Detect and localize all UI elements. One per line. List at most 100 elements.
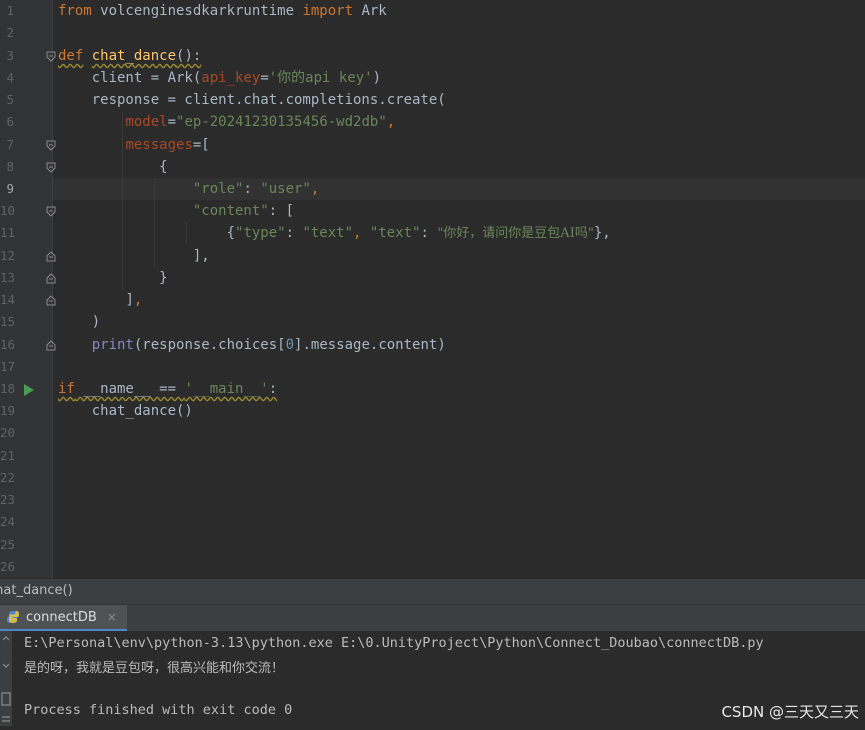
function-name-token: chat_dance <box>91 48 177 64</box>
code-token: { <box>226 225 236 241</box>
code-token: __name__ == <box>74 381 185 397</box>
run-arrow-icon[interactable] <box>23 382 35 396</box>
code-token: chat_dance() <box>91 403 193 419</box>
keyword-token: from <box>58 3 92 19</box>
watermark: CSDN @三天又三天 <box>721 703 859 721</box>
run-tab-connectdb[interactable]: connectDB × <box>0 605 127 632</box>
line-number: 19 <box>0 403 16 418</box>
code-token: : [ <box>268 203 295 219</box>
code-line: if __name__ == '__main__': <box>58 378 277 400</box>
code-line: def chat_dance(): <box>58 45 201 67</box>
builtin-token: print <box>91 337 134 353</box>
line-number: 3 <box>6 48 14 63</box>
string-token: "text" <box>302 225 354 241</box>
line-number: 25 <box>0 537 16 552</box>
punctuation-token: (): <box>176 48 202 64</box>
line-number: 24 <box>0 514 16 529</box>
code-token: : <box>420 225 438 241</box>
module-token: volcenginesdkarkruntime <box>91 3 303 19</box>
code-token: }, <box>593 225 611 241</box>
line-number: 15 <box>0 314 16 329</box>
code-line: ], <box>58 245 210 267</box>
code-token: : <box>285 225 303 241</box>
line-number: 10 <box>0 203 16 218</box>
line-number: 18 <box>0 381 16 396</box>
code-editor[interactable]: 1 2 3 4 5 6 7 8 9 10 11 12 13 14 15 16 1… <box>0 0 865 578</box>
line-number: 17 <box>0 359 16 374</box>
close-tab-icon[interactable]: × <box>107 610 117 624</box>
string-token: '__main__' <box>184 381 269 397</box>
comma-token: , <box>353 225 370 241</box>
string-token: "user" <box>260 181 311 197</box>
code-token: (response.choices[ <box>133 337 286 353</box>
code-token: = <box>167 114 177 130</box>
python-icon <box>7 611 19 623</box>
code-token: ], <box>192 248 210 264</box>
code-line: { <box>58 156 168 178</box>
line-number: 22 <box>0 470 16 485</box>
code-line: ) <box>58 311 100 333</box>
line-number: 12 <box>0 248 16 263</box>
line-number: 13 <box>0 270 16 285</box>
line-number: 11 <box>0 225 16 240</box>
param-token: api_key <box>201 70 261 86</box>
code-token: { <box>159 159 168 175</box>
number-token: 0 <box>285 337 295 353</box>
code-token: } <box>159 270 168 286</box>
string-token: "content" <box>192 203 269 219</box>
string-token: "role" <box>192 181 244 197</box>
line-number: 21 <box>0 448 16 463</box>
line-number: 6 <box>6 114 14 129</box>
line-number: 1 <box>6 3 14 18</box>
run-tab-label: connectDB <box>26 609 97 625</box>
code-token: client = Ark( <box>58 70 202 86</box>
code-token: : <box>268 381 278 397</box>
console-toolbar-icons <box>1 636 11 722</box>
line-number: 20 <box>0 425 16 440</box>
line-number: 2 <box>6 25 14 40</box>
breadcrumb[interactable]: chat_dance() <box>0 578 865 605</box>
comma-token: , <box>386 114 396 130</box>
comma-token: , <box>133 292 143 308</box>
code-line: response = client.chat.completions.creat… <box>58 92 446 108</box>
string-token: "你好，请问你是豆包AI吗" <box>437 226 594 241</box>
keyword-token: def <box>58 48 84 64</box>
code-line: "content": [ <box>58 200 294 222</box>
line-number: 14 <box>0 292 16 307</box>
run-tool-window-tabs: connectDB × <box>0 604 865 632</box>
line-number: 8 <box>6 159 14 174</box>
code-token: ].message.content) <box>294 337 446 353</box>
string-token: '你的api key' <box>268 70 373 86</box>
line-number: 5 <box>6 92 14 107</box>
run-console[interactable]: E:\Personal\env\python-3.13\python.exe E… <box>0 631 865 726</box>
code-line: model="ep-20241230135456-wd2db", <box>58 111 395 133</box>
line-number: 16 <box>0 337 16 352</box>
string-token: "type" <box>235 225 286 241</box>
fold-open-icon[interactable] <box>46 140 56 151</box>
fold-close-icon[interactable] <box>46 251 56 262</box>
fold-open-icon[interactable] <box>46 162 56 173</box>
keyword-token: import <box>302 3 354 19</box>
line-number-gutter: 1 2 3 4 5 6 7 8 9 10 11 12 13 14 15 16 1… <box>0 0 77 578</box>
string-token: "ep-20241230135456-wd2db" <box>176 114 387 130</box>
code-token: ] <box>125 292 134 308</box>
code-line: from volcenginesdkarkruntime import Ark <box>58 0 387 22</box>
line-number: 9 <box>6 181 14 196</box>
fold-close-icon[interactable] <box>46 295 56 306</box>
line-number: 23 <box>0 492 16 507</box>
class-token: Ark <box>353 3 387 19</box>
breadcrumb-item[interactable]: chat_dance() <box>0 583 73 598</box>
fold-close-icon[interactable] <box>46 273 56 284</box>
fold-open-icon[interactable] <box>46 206 56 217</box>
line-number: 4 <box>6 70 14 85</box>
fold-open-icon[interactable] <box>46 51 56 62</box>
fold-close-icon[interactable] <box>46 340 56 351</box>
code-line: client = Ark(api_key='你的api key') <box>58 67 381 89</box>
code-token: ) <box>372 70 382 86</box>
code-line: chat_dance() <box>58 400 193 422</box>
line-number: 26 <box>0 559 16 574</box>
code-line: } <box>58 267 168 289</box>
keyword-token: if <box>58 381 75 397</box>
line-number: 7 <box>6 137 14 152</box>
code-line: messages=[ <box>58 134 209 156</box>
